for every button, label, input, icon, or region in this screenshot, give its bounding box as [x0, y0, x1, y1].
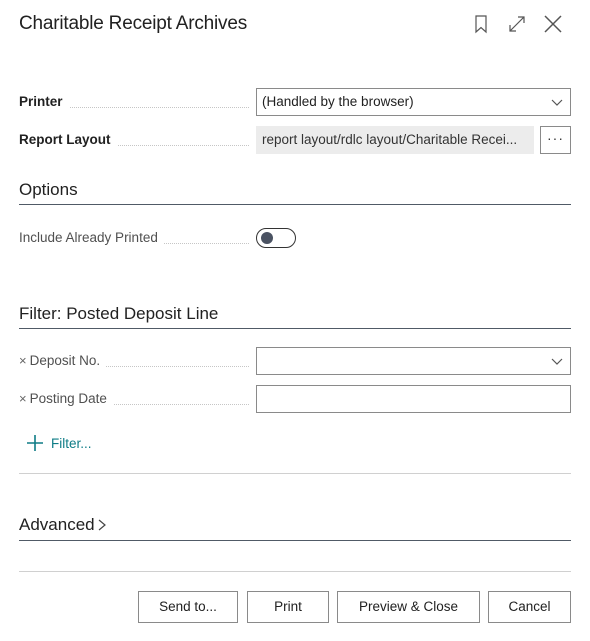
report-layout-field[interactable]: report layout/rdlc layout/Charitable Rec…: [256, 126, 534, 154]
chevron-down-icon: [551, 358, 563, 365]
remove-filter-icon[interactable]: ×: [19, 353, 27, 368]
posting-date-input[interactable]: [256, 385, 571, 413]
cancel-button[interactable]: Cancel: [488, 591, 571, 623]
report-layout-row: Report Layout report layout/rdlc layout/…: [19, 126, 571, 154]
include-printed-row: Include Already Printed: [19, 224, 571, 252]
report-layout-label: Report Layout: [19, 126, 249, 154]
remove-filter-icon[interactable]: ×: [19, 391, 27, 406]
close-icon[interactable]: [543, 14, 563, 34]
toggle-knob: [261, 232, 273, 244]
send-to-button[interactable]: Send to...: [138, 591, 238, 623]
printer-select[interactable]: (Handled by the browser): [256, 88, 571, 116]
include-printed-label: Include Already Printed: [19, 224, 249, 252]
plus-icon: [27, 435, 43, 451]
printer-label: Printer: [19, 88, 249, 116]
filter-row-deposit-no: × Deposit No.: [19, 347, 571, 375]
filter-row-posting-date: × Posting Date: [19, 385, 571, 413]
chevron-down-icon: [551, 99, 563, 106]
deposit-no-input[interactable]: [256, 347, 571, 375]
add-filter-label: Filter...: [51, 435, 92, 451]
advanced-section-toggle[interactable]: Advanced: [19, 515, 107, 535]
deposit-no-label: × Deposit No.: [19, 347, 249, 375]
dialog-title: Charitable Receipt Archives: [19, 13, 247, 34]
options-section-title: Options: [19, 180, 78, 199]
print-button[interactable]: Print: [247, 591, 329, 623]
chevron-right-icon: [98, 519, 106, 531]
printer-row: Printer (Handled by the browser): [19, 88, 571, 116]
include-printed-toggle[interactable]: [256, 228, 296, 248]
footer-divider: [19, 571, 571, 572]
report-layout-lookup-button[interactable]: ···: [540, 126, 571, 154]
advanced-title: Advanced: [19, 515, 95, 534]
preview-close-button[interactable]: Preview & Close: [337, 591, 480, 623]
bookmark-icon[interactable]: [471, 14, 491, 34]
filter-section-title: Filter: Posted Deposit Line: [19, 304, 219, 323]
printer-value: (Handled by the browser): [262, 94, 414, 109]
posting-date-label: × Posting Date: [19, 385, 249, 413]
filter-divider: [19, 328, 571, 329]
advanced-divider: [19, 540, 571, 541]
options-divider: [19, 204, 571, 205]
expand-icon[interactable]: [507, 14, 527, 34]
filter-bottom-divider: [19, 473, 571, 474]
add-filter-button[interactable]: Filter...: [26, 432, 92, 454]
